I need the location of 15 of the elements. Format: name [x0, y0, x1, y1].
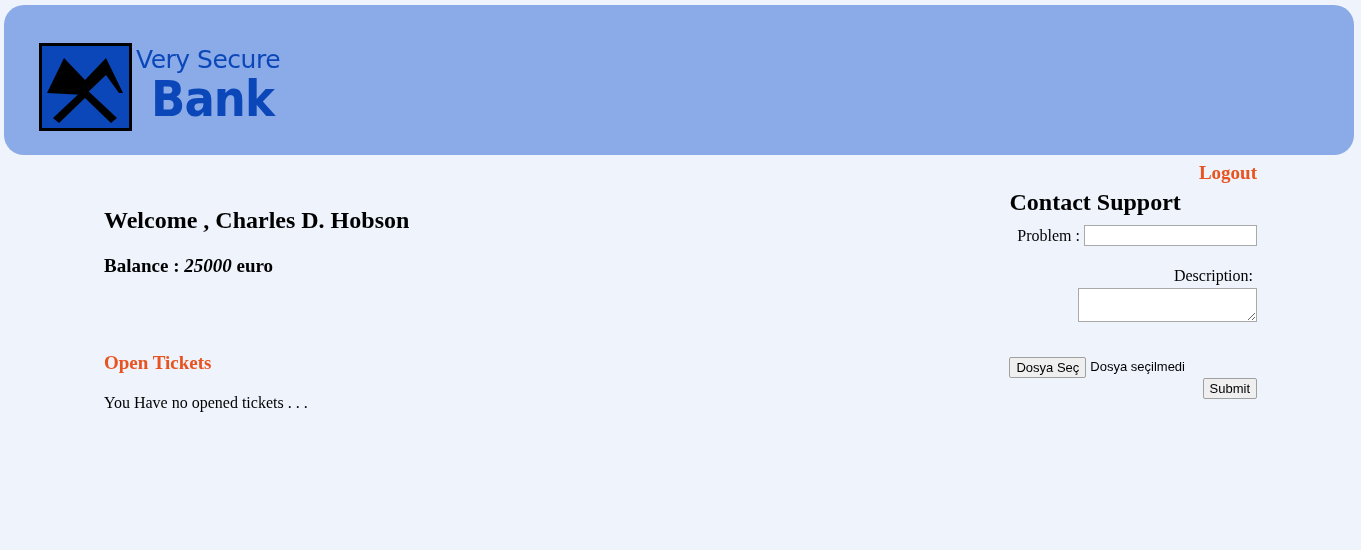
- logo-icon: [39, 43, 132, 131]
- problem-field[interactable]: [1084, 225, 1257, 246]
- welcome-heading: Welcome , Charles D. Hobson: [104, 205, 410, 235]
- logo-text: Very Secure: [136, 47, 281, 72]
- file-status: Dosya seçilmedi: [1090, 358, 1185, 377]
- field-label: Description:: [1173, 265, 1253, 287]
- file-button[interactable]: Dosya Seç: [1009, 356, 1087, 378]
- logo-text: Bank: [151, 74, 275, 124]
- section-heading: Open Tickets: [104, 350, 213, 375]
- balance-text: Balance : 25000 euro: [104, 254, 275, 279]
- form-heading: Contact Support: [1009, 187, 1181, 217]
- empty-message: You Have no opened tickets . . .: [104, 393, 309, 414]
- field-label: Problem :: [1017, 225, 1080, 246]
- submit-button[interactable]: Submit: [1202, 377, 1257, 399]
- description-field[interactable]: [1078, 287, 1257, 322]
